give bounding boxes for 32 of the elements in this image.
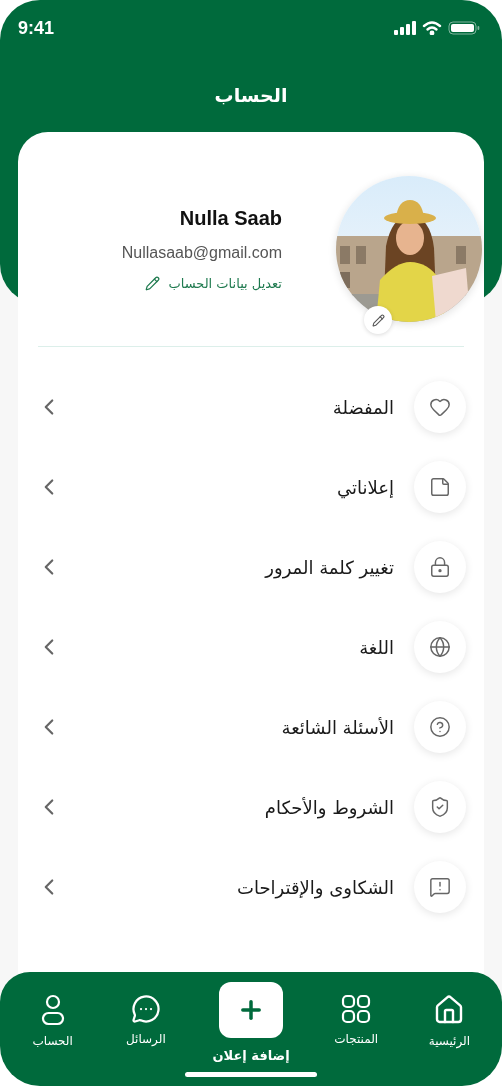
help-icon [414, 701, 466, 753]
nav-tab[interactable]: الرسائل [102, 982, 189, 1046]
edit-photo-button[interactable] [364, 306, 392, 334]
user-email: Nullasaab@gmail.com [121, 244, 282, 262]
menu-item[interactable]: الأسئلة الشائعة [36, 687, 466, 767]
pencil-icon [145, 276, 161, 291]
globe-icon [414, 621, 466, 673]
edit-account-link[interactable]: تعديل بيانات الحساب [145, 276, 282, 291]
menu-item[interactable]: اللغة [36, 607, 466, 687]
pencil-icon [371, 313, 385, 327]
note-icon [414, 461, 466, 513]
grid-icon [341, 994, 372, 1024]
lock-icon [414, 541, 466, 593]
menu-item[interactable]: المفضلة [36, 367, 466, 447]
wifi-icon [422, 21, 442, 35]
page-title: الحساب [214, 84, 288, 106]
menu-item[interactable]: الشكاوى والإقتراحات [36, 847, 466, 927]
user-icon [40, 994, 65, 1026]
battery-icon [448, 21, 480, 35]
message-alert-icon [414, 861, 466, 913]
add-ad-button[interactable]: إضافة إعلان [196, 982, 307, 1063]
signal-icon [394, 21, 416, 35]
chat-icon [130, 994, 161, 1024]
user-name: Nulla Saab [179, 207, 282, 230]
menu-item[interactable]: إعلاناتي [36, 447, 466, 527]
nav-tab[interactable]: الرئيسية [406, 982, 493, 1048]
shield-check-icon [414, 781, 466, 833]
nav-tab[interactable]: المنتجات [313, 982, 400, 1046]
nav-tab[interactable]: الحساب [9, 982, 96, 1048]
menu-item[interactable]: الشروط والأحكام [36, 767, 466, 847]
menu-item[interactable]: تغيير كلمة المرور [36, 527, 466, 607]
status-time: 9:41 [18, 17, 55, 39]
